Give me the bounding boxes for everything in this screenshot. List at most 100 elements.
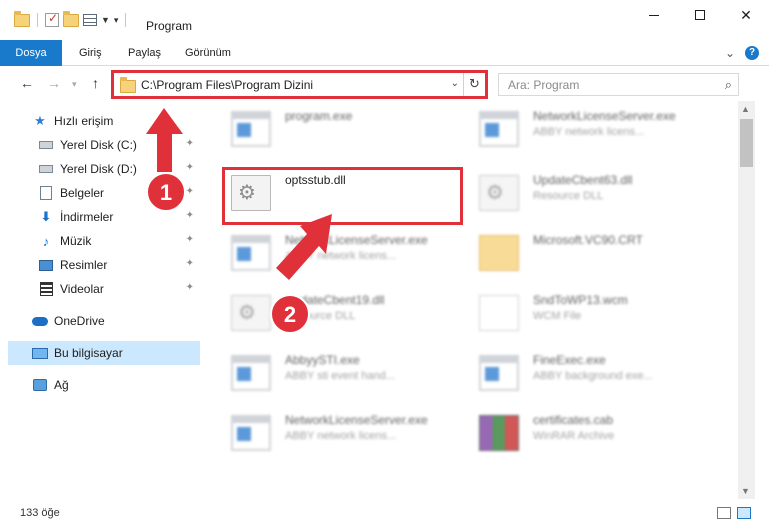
file-item[interactable]: NetworkLicenseServer.exe ABBY network li… xyxy=(223,225,463,281)
search-icon[interactable]: ⌕ xyxy=(725,77,732,93)
recent-locations-icon[interactable]: ▾ xyxy=(72,79,77,90)
minimize-button[interactable] xyxy=(631,0,677,30)
file-name: UpdateCbent19.dll xyxy=(285,293,385,307)
file-description: Resource DLL xyxy=(533,190,604,202)
file-item[interactable]: FineExec.exe ABBY background exe... xyxy=(471,345,711,401)
pin-icon[interactable]: ✦ xyxy=(186,258,194,269)
scroll-thumb[interactable] xyxy=(740,119,753,167)
pin-icon[interactable]: ✦ xyxy=(186,282,194,293)
maximize-button[interactable] xyxy=(677,0,723,30)
ribbon-right-controls: ⌄ ? xyxy=(725,46,759,60)
qat-menu-icon[interactable]: ▾ xyxy=(114,15,119,26)
file-name: NetworkLicenseServer.exe xyxy=(533,109,676,123)
file-item[interactable]: program.exe xyxy=(223,101,463,157)
exe-file-icon xyxy=(231,355,271,391)
cloud-icon xyxy=(32,313,48,329)
dll-file-icon xyxy=(231,295,271,331)
pin-icon[interactable]: ✦ xyxy=(186,234,194,245)
file-name: SndToWP13.wcm xyxy=(533,293,628,307)
file-name: AbbyySTI.exe xyxy=(285,353,360,367)
sidebar-item-pictures[interactable]: Resimler ✦ xyxy=(38,253,200,277)
tab-share[interactable]: Paylaş xyxy=(128,40,161,66)
new-folder-icon[interactable] xyxy=(63,10,79,27)
sidebar-item-downloads[interactable]: ⬇ İndirmeler ✦ xyxy=(38,205,200,229)
qat-dropdown-icon[interactable]: ▼ xyxy=(101,15,110,25)
download-icon: ⬇ xyxy=(40,209,52,224)
sidebar-item-videos[interactable]: Videolar ✦ xyxy=(38,277,200,301)
address-path[interactable]: C:\Program Files\Program Dizini xyxy=(141,78,313,92)
file-item[interactable]: NetworkLicenseServer.exe ABBY network li… xyxy=(223,405,463,461)
file-item[interactable]: AbbyySTI.exe ABBY sti event hand... xyxy=(223,345,463,401)
item-count: 133 öğe xyxy=(20,507,60,519)
document-icon xyxy=(479,295,519,331)
address-dropdown-icon[interactable]: ⌄ xyxy=(451,78,459,89)
sidebar-item-label: Hızlı erişim xyxy=(54,114,114,128)
sidebar-item-music[interactable]: ♪ Müzik ✦ xyxy=(38,229,200,253)
help-icon[interactable]: ? xyxy=(745,46,759,60)
scroll-up-icon[interactable]: ▲ xyxy=(741,104,750,114)
minimize-icon xyxy=(649,14,659,16)
window-title: Program xyxy=(146,19,193,33)
documents-icon xyxy=(38,185,54,201)
toolbar-divider xyxy=(37,13,38,27)
highlight-box-optsstub xyxy=(222,167,463,225)
sidebar-item-label: Bu bilgisayar xyxy=(54,346,123,360)
expand-ribbon-icon[interactable]: ⌄ xyxy=(725,46,735,60)
file-name: NetworkLicenseServer.exe xyxy=(285,413,428,427)
search-input[interactable]: Ara: Program xyxy=(508,78,579,92)
file-description: ABBY network licens... xyxy=(533,126,645,138)
network-icon xyxy=(32,377,48,393)
scroll-down-icon[interactable]: ▼ xyxy=(741,486,750,496)
folder-icon xyxy=(120,77,136,93)
file-item[interactable]: UpdateCbent19.dll Resource DLL xyxy=(223,285,463,341)
file-item[interactable]: SndToWP13.wcm WCM File xyxy=(471,285,711,341)
file-description: WCM File xyxy=(533,310,582,322)
refresh-button[interactable]: ↻ xyxy=(463,73,485,96)
up-button[interactable]: ↑ xyxy=(92,75,99,91)
sidebar-item-documents[interactable]: Belgeler ✦ xyxy=(38,181,200,205)
properties-check-icon[interactable] xyxy=(45,11,59,27)
file-description: Resource DLL xyxy=(285,310,356,322)
file-item[interactable]: UpdateCbent63.dll Resource DLL xyxy=(471,165,711,221)
tab-home[interactable]: Giriş xyxy=(79,40,102,66)
file-name: UpdateCbent63.dll xyxy=(533,173,633,187)
pin-icon[interactable]: ✦ xyxy=(186,138,194,149)
close-button[interactable]: ✕ xyxy=(723,0,769,30)
sidebar-item-network[interactable]: Ağ xyxy=(32,373,200,397)
file-description: ABBY network licens... xyxy=(285,430,397,442)
toolbar-divider xyxy=(125,13,127,27)
sidebar-item-label: Ağ xyxy=(54,378,69,392)
vertical-scrollbar[interactable]: ▲ ▼ xyxy=(738,101,755,499)
file-item[interactable]: Microsoft.VC90.CRT xyxy=(471,225,711,281)
customize-toolbar-icon[interactable] xyxy=(83,14,97,26)
large-icons-view-icon[interactable] xyxy=(737,507,751,519)
sidebar-item-label: Resimler xyxy=(60,258,108,272)
file-item[interactable]: certificates.cab WinRAR Archive xyxy=(471,405,711,461)
title-bar: ▼ ▾ Program ✕ xyxy=(0,0,769,40)
forward-button[interactable]: → xyxy=(47,75,61,91)
sidebar-item-local-disk-c[interactable]: Yerel Disk (C:) ✦ xyxy=(38,133,200,157)
file-item[interactable]: NetworkLicenseServer.exe ABBY network li… xyxy=(471,101,711,157)
address-bar[interactable]: C:\Program Files\Program Dizini ⌄ ↻ xyxy=(111,70,488,99)
window-controls: ✕ xyxy=(631,0,769,30)
sidebar-item-local-disk-d[interactable]: Yerel Disk (D:) ✦ xyxy=(38,157,200,181)
sidebar-item-label: İndirmeler xyxy=(60,210,114,224)
sidebar-item-onedrive[interactable]: OneDrive xyxy=(32,309,200,333)
pin-icon[interactable]: ✦ xyxy=(186,210,194,221)
archive-icon xyxy=(479,415,519,451)
sidebar-item-this-pc[interactable]: Bu bilgisayar xyxy=(8,341,200,365)
search-box[interactable]: Ara: Program ⌕ xyxy=(498,73,739,96)
sidebar-item-label: Müzik xyxy=(60,234,92,248)
tab-file[interactable]: Dosya xyxy=(0,40,62,66)
sidebar-item-label: Videolar xyxy=(60,282,104,296)
pin-icon[interactable]: ✦ xyxy=(186,162,194,173)
tab-view[interactable]: Görünüm xyxy=(185,40,231,66)
back-button[interactable]: ← xyxy=(20,75,34,91)
sidebar-item-quick-access[interactable]: ★ Hızlı erişim xyxy=(32,109,200,133)
exe-file-icon xyxy=(231,415,271,451)
details-view-icon[interactable] xyxy=(717,507,731,519)
pin-icon[interactable]: ✦ xyxy=(186,186,194,197)
maximize-icon xyxy=(695,10,705,20)
exe-file-icon xyxy=(231,235,271,271)
star-icon: ★ xyxy=(34,113,46,128)
